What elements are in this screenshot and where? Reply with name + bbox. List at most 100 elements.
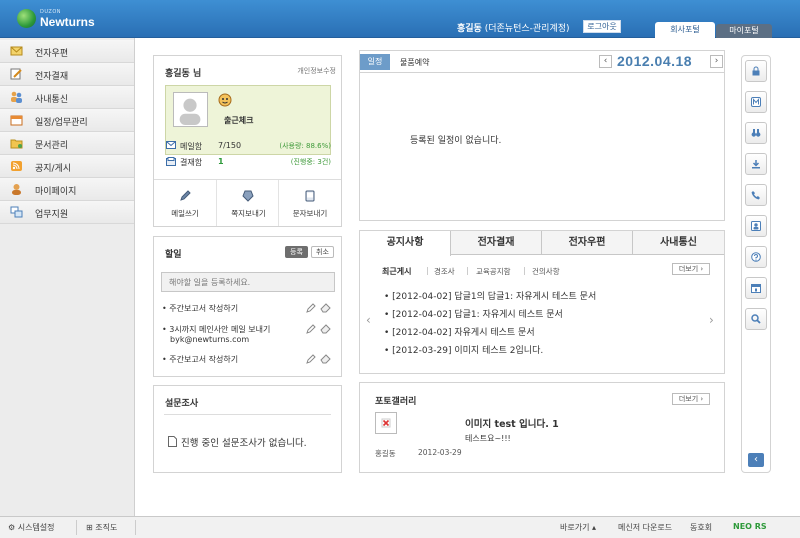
- more-button[interactable]: 더보기 ›: [672, 393, 710, 405]
- sidebar-item-approval[interactable]: 전자결재: [0, 63, 134, 86]
- sidebar-item-label: 문서관리: [35, 141, 69, 151]
- mail-shortcut-button[interactable]: [745, 91, 767, 113]
- action-label: 문자보내기: [292, 209, 328, 218]
- subtab-education[interactable]: 교육공지함: [476, 266, 511, 277]
- download-button[interactable]: [745, 153, 767, 175]
- list-item[interactable]: • [2012-04-02] 답글1: 자유게시 테스트 문서: [384, 307, 563, 320]
- todo-item[interactable]: • 주간보고서 작성하기: [162, 354, 238, 365]
- smiley-icon: [218, 93, 232, 107]
- logo[interactable]: DUZON Newturns: [17, 8, 117, 32]
- edit-icon[interactable]: [306, 303, 317, 313]
- gallery-item-title[interactable]: 이미지 test 입니다. 1: [465, 416, 559, 430]
- tab-approval[interactable]: 전자결재: [451, 231, 542, 255]
- list-item[interactable]: • [2012-04-02] 자유게시 테스트 문서: [384, 325, 535, 338]
- document-icon: [168, 436, 177, 447]
- next-date-button[interactable]: ›: [710, 55, 723, 68]
- approval-count: 1: [218, 157, 224, 166]
- edit-icon[interactable]: [306, 354, 317, 364]
- tab-schedule[interactable]: 일정: [360, 54, 390, 70]
- user-name: 홍길동: [457, 24, 482, 34]
- search-button[interactable]: [745, 308, 767, 330]
- tab-reservation[interactable]: 물품예약: [400, 57, 429, 68]
- tab-email[interactable]: 전자우편: [542, 231, 633, 255]
- todo-title: 할일: [165, 250, 182, 260]
- todo-cancel-button[interactable]: 취소: [311, 246, 334, 258]
- post-title: 답글1: 자유게시 테스트 문서: [454, 310, 563, 320]
- phone-message-icon: [305, 190, 315, 202]
- approval-label[interactable]: 결재함: [180, 157, 202, 168]
- subtab-suggestions[interactable]: 건의사항: [532, 266, 560, 277]
- edit-icon[interactable]: [306, 324, 317, 334]
- collapse-arrow-icon[interactable]: ‹: [748, 453, 764, 467]
- edit-profile-link[interactable]: 개인정보수정: [297, 66, 336, 76]
- sidebar-item-label: 사내통신: [35, 95, 69, 105]
- people-icon: [11, 91, 22, 103]
- club-link[interactable]: 동호회: [690, 522, 712, 533]
- sidebar-item-notice-board[interactable]: 공지/게시: [0, 155, 134, 178]
- org-chart-button[interactable]: ⊞ 조직도: [86, 522, 117, 533]
- sidebar-item-documents[interactable]: 문서관리: [0, 132, 134, 155]
- checkin-button[interactable]: 출근체크: [224, 115, 253, 126]
- todo-item[interactable]: • 주간보고서 작성하기: [162, 303, 238, 314]
- subtab-events[interactable]: 경조사: [434, 266, 455, 277]
- calendar-button[interactable]: [745, 277, 767, 299]
- gallery-item-desc: 테스트요~!!!: [465, 434, 511, 443]
- sidebar-item-internal-comm[interactable]: 사내통신: [0, 86, 134, 109]
- todo-register-button[interactable]: 등록: [285, 246, 308, 258]
- profile-panel: 홍길동 님 개인정보수정 출근체크 메일함 7/150 (사용량: 88.6%)…: [153, 55, 342, 227]
- avatar: [173, 92, 208, 127]
- subtab-recent[interactable]: 최근게시: [382, 266, 411, 277]
- board-panel: 공지사항 전자결재 전자우편 사내통신 최근게시 경조사 교육공지함 건의사항 …: [359, 230, 725, 374]
- logo-name: Newturns: [40, 15, 95, 29]
- contact-card-icon: [751, 221, 761, 231]
- sidebar-item-label: 업무지원: [35, 210, 69, 220]
- prev-date-button[interactable]: ‹: [599, 55, 612, 68]
- prev-arrow-icon[interactable]: ‹: [366, 313, 371, 327]
- caret-up-icon: ▴: [592, 523, 597, 532]
- post-date: [2012-04-02]: [392, 292, 452, 302]
- more-button[interactable]: 더보기 ›: [672, 263, 710, 275]
- sidebar-item-schedule[interactable]: 일정/업무관리: [0, 109, 134, 132]
- gallery-thumbnail[interactable]: [375, 412, 397, 434]
- mail-label[interactable]: 메일함: [180, 141, 202, 152]
- sidebar-item-email[interactable]: 전자우편: [0, 40, 134, 63]
- binoculars-button[interactable]: [745, 122, 767, 144]
- todo-input[interactable]: [161, 272, 335, 292]
- erase-icon[interactable]: [320, 303, 331, 313]
- logout-button[interactable]: 로그아웃: [583, 20, 621, 33]
- divider: [467, 267, 468, 275]
- list-item[interactable]: • [2012-03-29] 이미지 테스트 2입니다.: [384, 343, 543, 356]
- system-settings-button[interactable]: ⚙ 시스템설정: [8, 522, 55, 533]
- mail-usage: (사용량: 88.6%): [279, 142, 331, 150]
- brand-label: NEO RS: [733, 522, 767, 531]
- gallery-date: 2012-03-29: [418, 448, 462, 457]
- tab-notices[interactable]: 공지사항: [360, 231, 451, 256]
- action-label: 메일쓰기: [171, 209, 199, 218]
- post-title: 이미지 테스트 2입니다.: [454, 346, 544, 356]
- todo-item-text: 3시까지 메인사안 메일 보내기: [169, 325, 271, 334]
- lock-button[interactable]: [745, 60, 767, 82]
- next-arrow-icon[interactable]: ›: [709, 313, 714, 327]
- write-mail-button[interactable]: 메일쓰기: [154, 180, 216, 226]
- erase-icon[interactable]: [320, 324, 331, 334]
- org-chart-icon: ⊞: [86, 523, 93, 532]
- list-item[interactable]: • [2012-04-02] 답글1의 답글1: 자유게시 테스트 문서: [384, 289, 596, 302]
- tab-internal-comm[interactable]: 사내통신: [633, 231, 724, 255]
- sidebar-item-mypage[interactable]: 마이페이지: [0, 178, 134, 201]
- tab-my-portal[interactable]: 마이포털: [716, 24, 772, 38]
- phone-button[interactable]: [745, 184, 767, 206]
- erase-icon[interactable]: [320, 354, 331, 364]
- send-sms-button[interactable]: 문자보내기: [279, 180, 341, 226]
- footer: ⚙ 시스템설정 ⊞ 조직도 바로가기 ▴ 메신저 다운로드 동호회 NEO RS: [0, 516, 800, 538]
- approval-box-icon: [166, 157, 176, 166]
- messenger-download-link[interactable]: 메신저 다운로드: [618, 522, 672, 533]
- shortcut-menu[interactable]: 바로가기 ▴: [560, 522, 596, 533]
- tab-company-portal[interactable]: 회사포털: [655, 22, 715, 38]
- help-button[interactable]: [745, 246, 767, 268]
- sidebar-item-work-support[interactable]: 업무지원: [0, 201, 134, 224]
- send-note-button[interactable]: 쪽지보내기: [216, 180, 279, 226]
- todo-item[interactable]: • 3시까지 메인사안 메일 보내기: [162, 324, 270, 335]
- contact-button[interactable]: [745, 215, 767, 237]
- todo-item-text: 주간보고서 작성하기: [169, 304, 239, 313]
- survey-empty-message: 진행 중인 설문조사가 없습니다.: [181, 438, 307, 449]
